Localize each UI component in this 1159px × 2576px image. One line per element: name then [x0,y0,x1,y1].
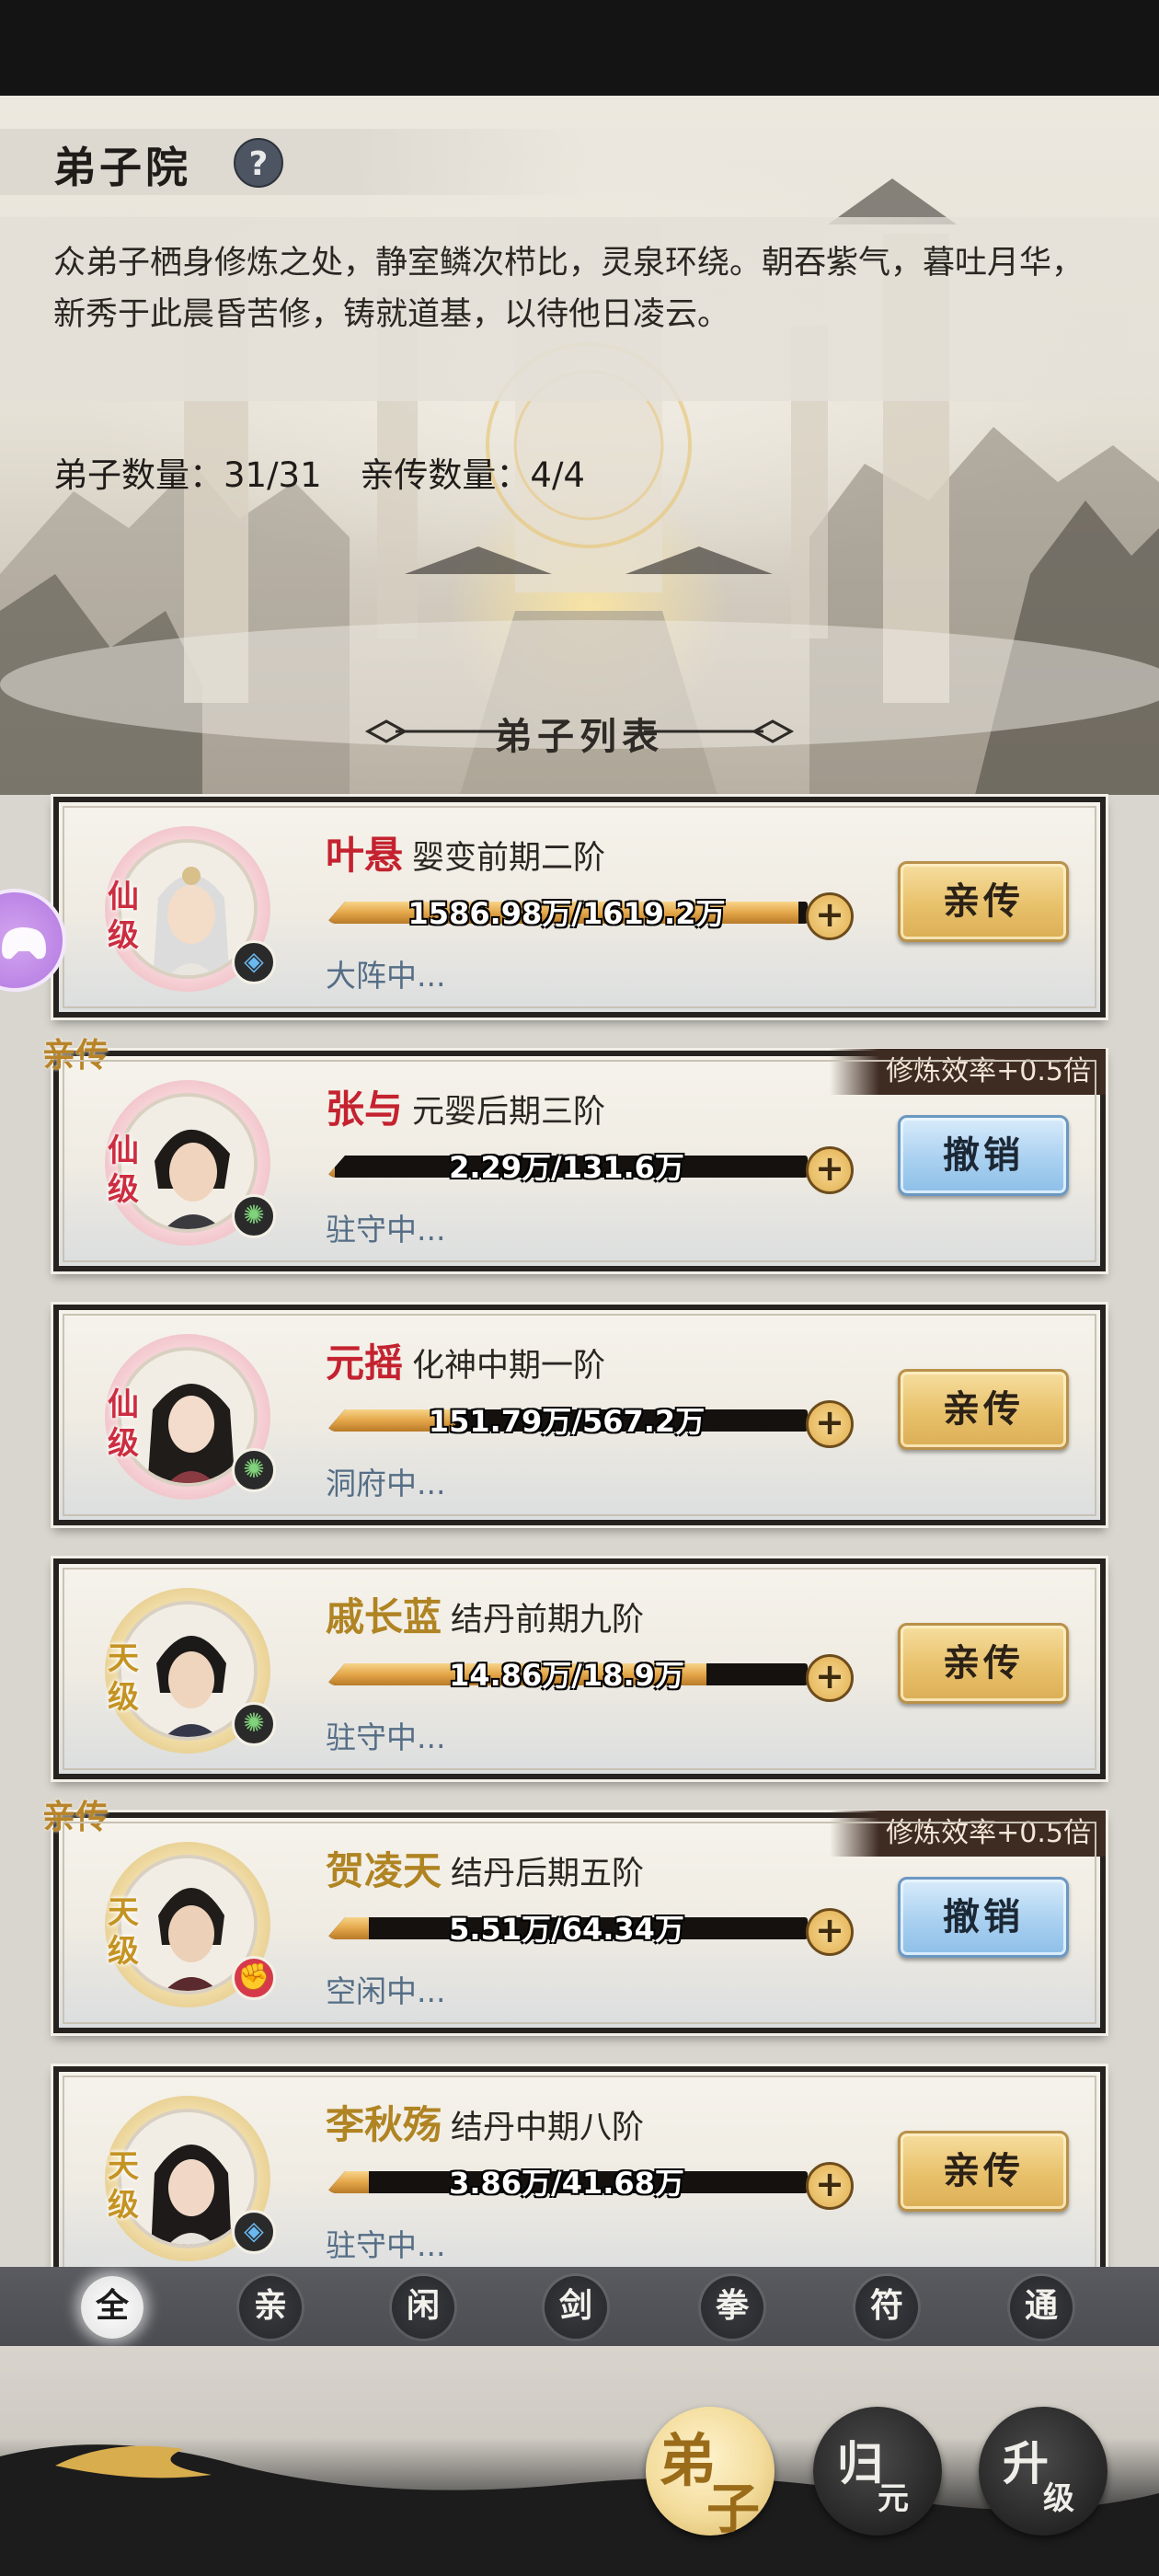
right-ornament-icon [644,719,795,743]
cultivation-progress-text: 151.79万/567.2万 [428,1404,706,1439]
filter-general[interactable]: 通 [1010,2276,1073,2339]
background-scene [0,96,1159,795]
gamepad-icon [2,927,46,960]
disciple-card[interactable]: 天级 ◈ 李秋殇 结丹中期八阶 3.86万/41.68万 + 驻守中... 亲传 [53,2066,1106,2287]
grade-label: 仙级 [108,1386,139,1462]
filter-all[interactable]: 全 [81,2276,143,2339]
grade-label: 仙级 [108,1133,139,1208]
disciple-card[interactable]: 仙级 ✺ 元摇 化神中期一阶 151.79万/567.2万 + 洞府中... 亲传 [53,1305,1106,1525]
cultivation-progress-text: 1586.98万/1619.2万 [407,896,726,931]
cultivation-progress-text: 5.51万/64.34万 [449,1912,684,1947]
cultivation-bonus-tag: 修炼效率+0.5倍 [830,1049,1106,1095]
element-badge-icon: ✺ [232,1194,276,1238]
filter-talisman[interactable]: 符 [855,2276,918,2339]
element-badge-icon: ✺ [232,1702,276,1746]
disciple-name: 贺凌天 [326,1848,442,1893]
add-cultivation-button[interactable]: + [806,2162,854,2210]
cultivation-progress-text: 14.86万/18.9万 [449,1658,684,1693]
nav-return[interactable]: 归元 [813,2407,942,2536]
hall-description: 众弟子栖身修炼之处，静室鳞次栉比，灵泉环绕。朝吞紫气，暮吐月华，新秀于此晨昏苦修… [53,245,1084,333]
disciple-status: 空闲中... [326,1973,446,2009]
add-cultivation-button[interactable]: + [806,1146,854,1194]
disciple-status: 洞府中... [326,1466,446,1501]
disciple-name: 李秋殇 [326,2102,442,2147]
disciple-name: 张与 [326,1087,404,1132]
filter-fist[interactable]: 拳 [701,2276,763,2339]
revoke-core-button[interactable]: 撤销 [898,1115,1069,1196]
disciple-realm: 结丹中期八阶 [451,2110,645,2146]
count-summary: 弟子数量：31/31 亲传数量：4/4 [53,447,613,497]
disciple-card[interactable]: 修炼效率+0.5倍 仙级 ✺ 张与 元婴后期三阶 2.29万/131.6万 + 驻… [42,1036,1106,1271]
add-cultivation-button[interactable]: + [806,1400,854,1448]
bottom-nav: 弟子 归元 升级 [0,2346,1159,2576]
appoint-core-button[interactable]: 亲传 [898,1369,1069,1450]
appoint-core-button[interactable]: 亲传 [898,861,1069,942]
page-title: 弟子院 [53,143,191,192]
element-badge-icon: ◈ [232,940,276,984]
add-cultivation-button[interactable]: + [806,1654,854,1702]
status-bar [0,0,1159,96]
filter-idle[interactable]: 闲 [392,2276,454,2339]
add-cultivation-button[interactable]: + [806,1908,854,1956]
disciple-name: 叶悬 [326,833,404,878]
filter-core[interactable]: 亲 [239,2276,302,2339]
element-badge-icon: ✊ [232,1956,276,2000]
disciple-card[interactable]: 修炼效率+0.5倍 天级 ✊ 贺凌天 结丹后期五阶 5.51万/64.34万 + … [42,1798,1106,2033]
revoke-core-button[interactable]: 撤销 [898,1877,1069,1958]
disciple-count: 弟子数量：31/31 [53,455,322,495]
disciple-name: 戚长蓝 [326,1594,442,1639]
core-disciple-tag: 亲传 [42,1798,109,1836]
disciple-status: 驻守中... [326,1212,446,1248]
disciple-realm: 化神中期一阶 [412,1348,606,1385]
disciple-realm: 结丹后期五阶 [451,1856,645,1892]
core-disciple-tag: 亲传 [42,1036,109,1075]
grade-label: 天级 [108,1894,139,1970]
add-cultivation-button[interactable]: + [806,892,854,940]
element-badge-icon: ◈ [232,2210,276,2254]
disciple-card[interactable]: 天级 ✺ 戚长蓝 结丹前期九阶 14.86万/18.9万 + 驻守中... 亲传 [53,1558,1106,1779]
nav-upgrade[interactable]: 升级 [979,2407,1107,2536]
help-button[interactable]: ? [234,138,283,188]
core-disciple-count: 亲传数量：4/4 [360,455,585,495]
nav-disciples[interactable]: 弟子 [646,2407,775,2540]
appoint-core-button[interactable]: 亲传 [898,2131,1069,2212]
disciple-realm: 结丹前期九阶 [451,1602,645,1639]
disciple-card[interactable]: 仙级 ◈ 叶悬 婴变前期二阶 1586.98万/1619.2万 + 大阵中... … [53,797,1106,1018]
grade-label: 天级 [108,2148,139,2224]
cultivation-bonus-tag: 修炼效率+0.5倍 [830,1811,1106,1857]
cultivation-progress-text: 2.29万/131.6万 [449,1150,684,1185]
disciple-name: 元摇 [326,1340,404,1386]
element-badge-icon: ✺ [232,1448,276,1492]
grade-label: 天级 [108,1640,139,1716]
disciple-status: 驻守中... [326,2227,446,2263]
disciple-realm: 婴变前期二阶 [412,840,606,877]
filter-sword[interactable]: 剑 [545,2276,607,2339]
section-title: 弟子列表 [495,715,664,758]
appoint-core-button[interactable]: 亲传 [898,1623,1069,1704]
disciple-realm: 元婴后期三阶 [412,1094,606,1131]
disciple-status: 大阵中... [326,958,446,994]
floating-gamepad-button[interactable] [0,889,66,992]
grade-label: 仙级 [108,879,139,954]
cultivation-progress-text: 3.86万/41.68万 [449,2166,684,2201]
disciple-status: 驻守中... [326,1719,446,1755]
